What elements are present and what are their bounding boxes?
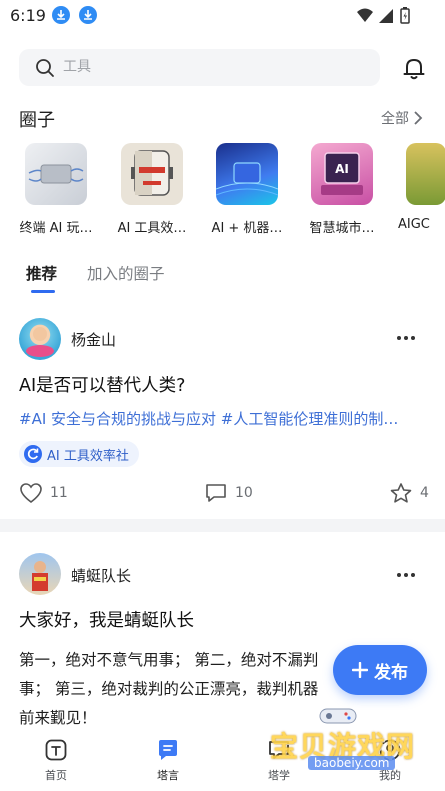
post-divider (0, 519, 445, 532)
post-hashtags[interactable]: #AI 安全与合规的挑战与应对 #人工智能伦理准则的制… (19, 408, 429, 429)
star-icon (390, 483, 412, 503)
more-options-icon[interactable] (396, 572, 416, 578)
circle-tag-label: AI 工具效率社 (47, 448, 129, 464)
watermark-url: baobeiy.com (308, 756, 396, 770)
download-notification-icon (79, 6, 97, 24)
heart-icon (20, 483, 42, 504)
circle-thumbnail: AI (311, 143, 373, 205)
circle-thumbnail (121, 143, 183, 205)
status-bar: 6:19 (0, 0, 445, 32)
status-icons (355, 6, 415, 26)
nav-home[interactable]: 首页 (26, 738, 86, 783)
post-title[interactable]: 大家好，我是蜻蜓队长 (19, 607, 194, 632)
circle-refresh-icon (24, 445, 42, 463)
post-author-name[interactable]: 蜻蜓队长 (71, 565, 131, 586)
circles-section-title: 圈子 (19, 110, 55, 131)
circle-label: 智慧城市… (309, 221, 375, 236)
circle-label: 终端 AI 玩… (19, 221, 93, 236)
circle-item[interactable]: AI 工具效… (106, 143, 198, 236)
circle-item[interactable]: AIGC (388, 143, 445, 232)
more-options-icon[interactable] (396, 335, 416, 341)
share-button[interactable]: 4 (389, 482, 429, 504)
circle-thumbnail (406, 143, 445, 205)
like-button[interactable]: 11 (19, 482, 68, 504)
circle-item[interactable]: AI + 机器… (201, 143, 293, 236)
circle-label: AI 工具效… (117, 221, 187, 236)
watermark-logo: 宝贝游戏网 baobeiy.com (258, 705, 418, 775)
avatar[interactable] (19, 553, 61, 595)
comment-button[interactable]: 10 (204, 482, 253, 504)
chevron-right-icon (414, 111, 423, 125)
nav-label: 塔言 (157, 769, 179, 782)
like-count: 11 (50, 485, 68, 501)
comment-icon (206, 484, 226, 502)
post-title[interactable]: AI是否可以替代人类? (19, 372, 185, 397)
post-circle-tag[interactable]: AI 工具效率社 (19, 441, 139, 467)
share-count: 4 (420, 485, 429, 501)
see-all-label: 全部 (381, 111, 409, 127)
search-icon (36, 59, 54, 77)
gamepad-icon (319, 708, 357, 724)
tab-joined-circles[interactable]: 加入的圈子 (87, 262, 165, 284)
avatar[interactable] (19, 318, 61, 360)
download-notification-icon (52, 6, 70, 24)
publish-label: 发布 (374, 662, 408, 683)
see-all-circles-link[interactable]: 全部 (381, 108, 423, 128)
nav-label: 首页 (45, 769, 67, 782)
search-bar[interactable] (19, 49, 380, 86)
status-time: 6:19 (10, 6, 46, 25)
home-icon (45, 739, 67, 761)
notification-bell-icon[interactable] (401, 55, 427, 81)
wifi-icon (357, 8, 373, 22)
chat-bubble-icon (159, 740, 177, 760)
nav-talk[interactable]: 塔言 (138, 738, 198, 783)
circle-item[interactable]: 终端 AI 玩… (10, 143, 102, 236)
post-author-name[interactable]: 杨金山 (71, 329, 116, 350)
circle-label: AIGC (398, 217, 430, 232)
publish-button[interactable]: 发布 (333, 645, 427, 695)
circle-thumbnail (25, 143, 87, 205)
signal-icon (379, 9, 393, 23)
plus-icon (352, 662, 368, 678)
circle-item[interactable]: AI 智慧城市… (296, 143, 388, 236)
tab-active-indicator (31, 290, 55, 293)
comment-count: 10 (235, 485, 253, 501)
circle-label: AI + 机器… (211, 221, 283, 236)
svg-text:AI: AI (335, 162, 349, 176)
tab-recommended[interactable]: 推荐 (26, 262, 57, 284)
circle-thumbnail (216, 143, 278, 205)
search-input[interactable] (63, 57, 363, 77)
